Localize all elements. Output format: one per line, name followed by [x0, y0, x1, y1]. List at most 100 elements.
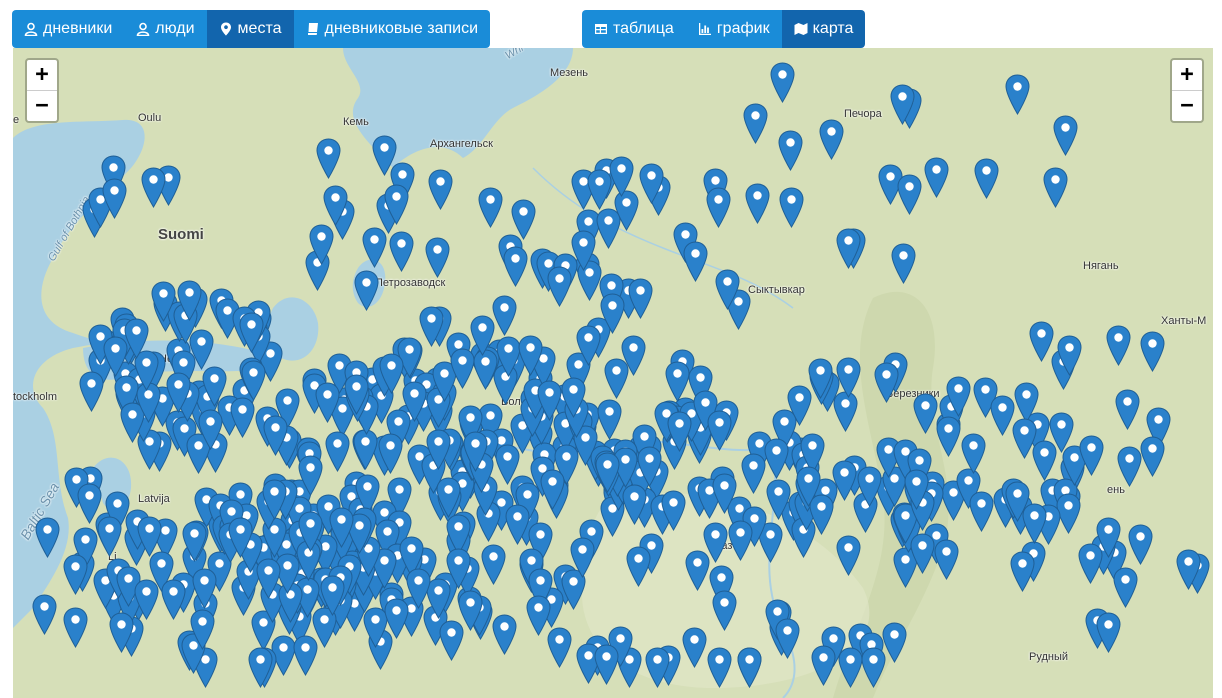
tab-diary-entries[interactable]: дневниковые записи	[293, 10, 491, 48]
map-marker-icon[interactable]	[1022, 503, 1047, 544]
map-marker-icon[interactable]	[77, 483, 102, 524]
map-marker-icon[interactable]	[576, 325, 601, 367]
zoom-out-button[interactable]: −	[27, 90, 57, 121]
map-marker-icon[interactable]	[362, 227, 387, 268]
map-marker-icon[interactable]	[961, 433, 986, 474]
map-marker-icon[interactable]	[372, 135, 397, 176]
map-marker-icon[interactable]	[737, 647, 762, 688]
zoom-in-button[interactable]: +	[27, 60, 57, 90]
map-marker-icon[interactable]	[1140, 436, 1165, 478]
map-marker-icon[interactable]	[891, 243, 916, 284]
map-marker-icon[interactable]	[446, 548, 471, 589]
map-marker-icon[interactable]	[808, 358, 833, 399]
map-marker-icon[interactable]	[298, 455, 323, 496]
map-marker-icon[interactable]	[600, 293, 625, 335]
map-marker-icon[interactable]	[547, 627, 572, 669]
map-marker-icon[interactable]	[492, 295, 517, 337]
map-marker-icon[interactable]	[796, 466, 821, 508]
map-marker-icon[interactable]	[974, 158, 999, 199]
map-marker-icon[interactable]	[492, 614, 517, 655]
map-marker-icon[interactable]	[379, 352, 404, 394]
map-marker-icon[interactable]	[228, 517, 253, 559]
map-marker-icon[interactable]	[1176, 549, 1201, 591]
map-marker-icon[interactable]	[406, 568, 431, 609]
tab-map[interactable]: карта	[781, 10, 866, 48]
map-marker-icon[interactable]	[161, 579, 186, 621]
map-marker-icon[interactable]	[419, 306, 444, 347]
map-marker-icon[interactable]	[707, 410, 732, 451]
map-marker-icon[interactable]	[706, 187, 731, 228]
map-marker-icon[interactable]	[1128, 524, 1153, 566]
map-marker-icon[interactable]	[712, 473, 737, 514]
map-marker-icon[interactable]	[124, 318, 149, 359]
map-marker-icon[interactable]	[325, 431, 350, 472]
map-marker-icon[interactable]	[637, 446, 662, 487]
map-marker-icon[interactable]	[622, 484, 647, 526]
map-marker-icon[interactable]	[63, 554, 88, 596]
map-marker-icon[interactable]	[561, 377, 586, 419]
map-marker-icon[interactable]	[946, 376, 971, 417]
map-marker-icon[interactable]	[778, 130, 803, 171]
map-marker-icon[interactable]	[595, 452, 620, 494]
map-marker-icon[interactable]	[1005, 74, 1030, 115]
map-marker-icon[interactable]	[924, 157, 949, 199]
map-marker-icon[interactable]	[79, 371, 104, 412]
map-marker-icon[interactable]	[262, 479, 287, 520]
map-marker-icon[interactable]	[682, 627, 707, 669]
map-marker-icon[interactable]	[389, 231, 414, 273]
map-marker-icon[interactable]	[1029, 321, 1054, 363]
map-marker-icon[interactable]	[604, 358, 629, 399]
map-marker-icon[interactable]	[402, 381, 427, 422]
map-marker-icon[interactable]	[103, 336, 128, 378]
map-marker-icon[interactable]	[857, 466, 882, 507]
map-marker-icon[interactable]	[779, 187, 804, 228]
map-marker-icon[interactable]	[665, 361, 690, 402]
map-marker-icon[interactable]	[1106, 325, 1131, 366]
map-marker-icon[interactable]	[320, 575, 345, 616]
map-marker-icon[interactable]	[481, 544, 506, 585]
map-marker-icon[interactable]	[775, 618, 800, 659]
map-marker-icon[interactable]	[436, 477, 461, 519]
map-marker-icon[interactable]	[151, 281, 176, 323]
map-marker-icon[interactable]	[661, 490, 686, 531]
map-marker-icon[interactable]	[1115, 389, 1140, 430]
map-marker-icon[interactable]	[897, 174, 922, 215]
map-marker-icon[interactable]	[811, 645, 836, 686]
map-marker-icon[interactable]	[570, 537, 595, 579]
map-marker-icon[interactable]	[35, 517, 60, 558]
map-marker-icon[interactable]	[715, 269, 740, 310]
map-marker-icon[interactable]	[32, 594, 57, 636]
map-marker-icon[interactable]	[503, 246, 528, 287]
map-marker-icon[interactable]	[505, 504, 530, 545]
map-marker-icon[interactable]	[764, 438, 789, 480]
map-marker-icon[interactable]	[874, 362, 899, 403]
map-marker-icon[interactable]	[426, 429, 451, 471]
map-marker-icon[interactable]	[934, 539, 959, 580]
map-marker-icon[interactable]	[587, 169, 612, 210]
map-marker-icon[interactable]	[838, 647, 863, 688]
map-marker-icon[interactable]	[1096, 612, 1121, 653]
map-marker-icon[interactable]	[1079, 435, 1104, 477]
map-marker-icon[interactable]	[913, 393, 938, 434]
tab-table[interactable]: таблица	[582, 10, 686, 48]
map-marker-icon[interactable]	[190, 609, 215, 650]
map-marker-icon[interactable]	[109, 612, 134, 653]
map-marker-icon[interactable]	[836, 535, 861, 577]
map-marker-icon[interactable]	[882, 622, 907, 664]
map-marker-icon[interactable]	[378, 433, 403, 475]
map-marker-icon[interactable]	[298, 511, 323, 552]
map-marker-icon[interactable]	[1140, 331, 1165, 372]
map-marker-icon[interactable]	[354, 270, 379, 312]
map-marker-icon[interactable]	[969, 490, 994, 532]
map-marker-icon[interactable]	[836, 228, 861, 269]
map-marker-icon[interactable]	[597, 399, 622, 441]
map-marker-icon[interactable]	[182, 521, 207, 562]
map-marker-icon[interactable]	[683, 241, 708, 283]
map-marker-icon[interactable]	[904, 469, 929, 511]
map-marker-icon[interactable]	[384, 184, 409, 225]
map-marker-icon[interactable]	[192, 568, 217, 610]
map-marker-icon[interactable]	[703, 522, 728, 563]
map-marker-icon[interactable]	[241, 360, 266, 401]
map-marker-icon[interactable]	[439, 620, 464, 662]
map-marker-icon[interactable]	[202, 366, 227, 408]
